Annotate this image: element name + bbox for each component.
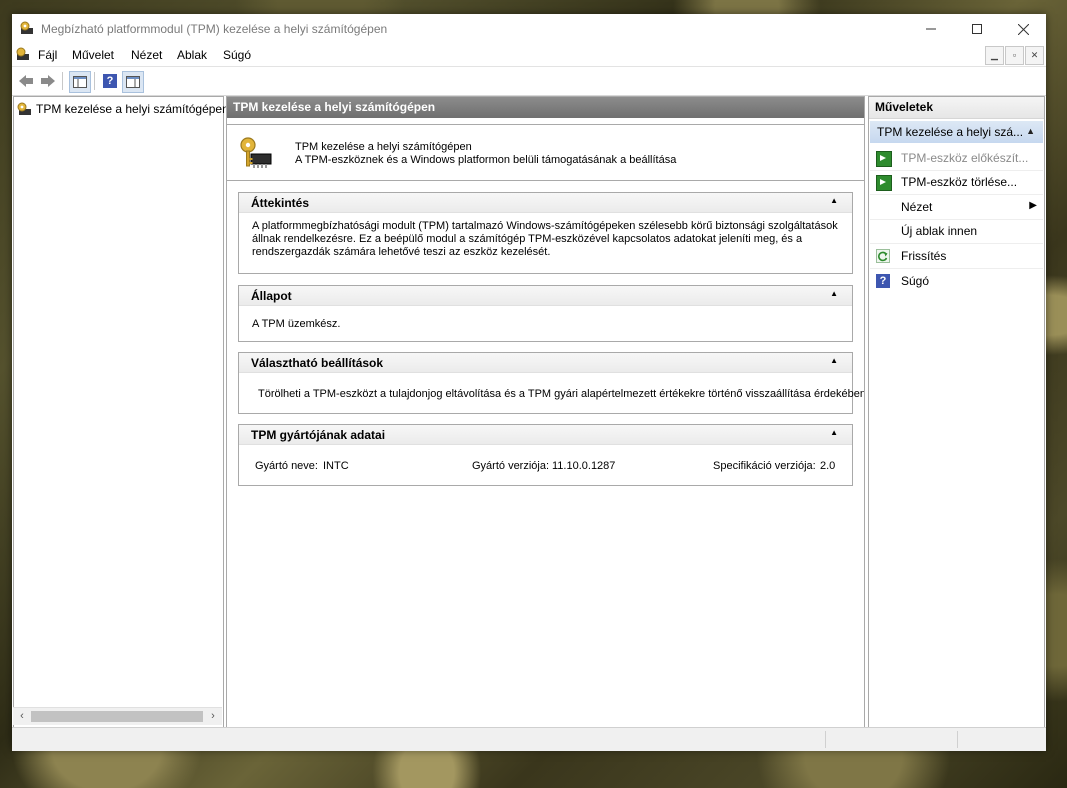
maximize-button[interactable] xyxy=(954,14,1000,44)
menu-view[interactable]: Nézet xyxy=(131,48,162,62)
window-title: Megbízható platformmodul (TPM) kezelése … xyxy=(41,22,388,36)
action-label: Súgó xyxy=(901,274,930,288)
green-arrow-icon xyxy=(876,151,892,167)
actions-subheader[interactable]: TPM kezelése a helyi szá... ▲ xyxy=(870,121,1043,143)
action-label: TPM-eszköz törlése... xyxy=(901,175,1018,189)
manufacturer-version-value: 11.10.0.1287 xyxy=(552,460,616,472)
actions-pane: Műveletek TPM kezelése a helyi szá... ▲ … xyxy=(868,96,1045,728)
console-tree: TPM kezelése a helyi számítógépen xyxy=(13,96,229,728)
action-prepare-tpm[interactable]: TPM-eszköz előkészít... xyxy=(870,146,1043,171)
status-segment xyxy=(825,731,957,748)
action-label: Nézet xyxy=(901,200,933,214)
submenu-arrow-icon: ▶ xyxy=(1029,200,1037,211)
tree-horizontal-scrollbar[interactable]: ‹ › xyxy=(13,707,222,725)
action-label: TPM-eszköz előkészít... xyxy=(901,151,1029,165)
status-segment xyxy=(957,731,1046,748)
forward-button[interactable] xyxy=(38,71,58,91)
collapse-caret-icon[interactable]: ▲ xyxy=(830,356,838,365)
overview-line: A platformmegbízhatósági modult (TPM) ta… xyxy=(252,220,838,232)
back-button[interactable] xyxy=(16,71,36,91)
menu-bar: Fájl Művelet Nézet Ablak Súgó xyxy=(12,44,1046,66)
help-icon: ? xyxy=(876,274,890,288)
back-arrow-icon xyxy=(19,75,33,87)
scroll-left-arrow-icon[interactable]: ‹ xyxy=(15,709,29,724)
details-pane: TPM kezelése a helyi számítógépen TPM ke… xyxy=(226,96,865,728)
intro-panel: TPM kezelése a helyi számítógépen A TPM-… xyxy=(227,124,864,181)
options-text: Törölheti a TPM-eszközt a tulajdonjog el… xyxy=(258,388,865,400)
options-section: Választható beállítások ▲ Törölheti a TP… xyxy=(238,352,864,414)
intro-title: TPM kezelése a helyi számítógépen xyxy=(295,141,472,153)
overview-section: Áttekintés ▲ A platformmegbízhatósági mo… xyxy=(238,192,853,274)
collapse-caret-icon[interactable]: ▲ xyxy=(830,289,838,298)
help-icon: ? xyxy=(103,74,117,88)
action-refresh[interactable]: Frissítés xyxy=(870,244,1043,269)
manufacturer-name-value: INTC xyxy=(323,460,349,472)
options-header[interactable]: Választható beállítások ▲ xyxy=(239,353,852,373)
manufacturer-name-label: Gyártó neve: xyxy=(255,460,318,472)
manufacturer-title: TPM gyártójának adatai xyxy=(251,428,386,442)
collapse-caret-icon[interactable]: ▲ xyxy=(830,196,838,205)
action-view[interactable]: Nézet ▶ xyxy=(870,195,1043,220)
tree-item-tpm[interactable]: TPM kezelése a helyi számítógépen xyxy=(16,100,229,118)
menu-action[interactable]: Művelet xyxy=(72,48,114,62)
mdi-close-button[interactable]: ✕ xyxy=(1025,46,1044,65)
intro-description: A TPM-eszköznek és a Windows platformon … xyxy=(295,154,677,166)
spec-version-value: 2.0 xyxy=(820,460,836,472)
tpm-key-large-icon xyxy=(240,137,272,168)
scroll-right-arrow-icon[interactable]: › xyxy=(206,709,220,724)
minimize-icon xyxy=(926,28,936,30)
mmc-window: Megbízható platformmodul (TPM) kezelése … xyxy=(12,14,1046,751)
tree-item-label: TPM kezelése a helyi számítógépen xyxy=(36,102,229,116)
action-help[interactable]: ? Súgó xyxy=(870,269,1043,293)
mdi-minimize-button[interactable]: ▁ xyxy=(985,46,1004,65)
refresh-icon xyxy=(876,249,890,263)
green-arrow-icon xyxy=(876,175,892,191)
console-tree-icon xyxy=(73,76,87,88)
overview-header[interactable]: Áttekintés ▲ xyxy=(239,193,852,213)
minimize-button[interactable] xyxy=(908,14,954,44)
status-text: A TPM üzemkész. xyxy=(252,318,341,330)
overview-text: A platformmegbízhatósági modult (TPM) ta… xyxy=(252,220,838,259)
overview-title: Áttekintés xyxy=(251,196,310,210)
action-new-window[interactable]: Új ablak innen xyxy=(870,219,1043,244)
spec-version-label: Specifikáció verziója: xyxy=(713,460,816,472)
actions-subheader-label: TPM kezelése a helyi szá... xyxy=(877,125,1024,139)
action-pane-icon xyxy=(126,76,140,88)
status-section: Állapot ▲ A TPM üzemkész. xyxy=(238,285,853,342)
close-icon xyxy=(1017,23,1029,35)
mdi-controls: ▁ ▫ ✕ xyxy=(985,46,1044,65)
mmc-console-icon[interactable] xyxy=(16,47,30,61)
details-pane-header: TPM kezelése a helyi számítógépen xyxy=(227,97,864,118)
help-toolbar-button[interactable]: ? xyxy=(100,71,120,91)
action-clear-tpm[interactable]: TPM-eszköz törlése... xyxy=(870,170,1043,195)
overview-line: állnak rendelkezésre. Ez a beépülő modul… xyxy=(252,233,803,245)
close-button[interactable] xyxy=(1000,14,1046,44)
options-title: Választható beállítások xyxy=(251,356,384,370)
tpm-key-icon xyxy=(17,102,31,115)
scrollbar-thumb[interactable] xyxy=(31,711,203,722)
show-hide-actions-button[interactable] xyxy=(122,71,144,93)
manufacturer-version-label: Gyártó verziója: xyxy=(472,460,550,472)
manufacturer-section: TPM gyártójának adatai ▲ Gyártó neve: IN… xyxy=(238,424,853,486)
collapse-caret-icon[interactable]: ▲ xyxy=(1026,126,1035,136)
menu-file[interactable]: Fájl xyxy=(38,48,57,62)
overview-line: rendszergazdák számára lehetővé teszi az… xyxy=(252,246,551,258)
maximize-icon xyxy=(972,24,982,34)
action-label: Új ablak innen xyxy=(901,224,978,238)
menu-help[interactable]: Súgó xyxy=(223,48,251,62)
title-bar: Megbízható platformmodul (TPM) kezelése … xyxy=(12,14,1046,44)
forward-arrow-icon xyxy=(41,75,55,87)
action-label: Frissítés xyxy=(901,249,947,263)
collapse-caret-icon[interactable]: ▲ xyxy=(830,428,838,437)
actions-header: Műveletek xyxy=(869,97,1044,119)
status-title: Állapot xyxy=(251,289,292,303)
status-bar xyxy=(12,727,1046,751)
mdi-restore-button[interactable]: ▫ xyxy=(1005,46,1024,65)
show-hide-tree-button[interactable] xyxy=(69,71,91,93)
tpm-app-icon xyxy=(20,21,33,34)
manufacturer-header[interactable]: TPM gyártójának adatai ▲ xyxy=(239,425,852,445)
toolbar: ? xyxy=(12,66,1046,96)
status-header[interactable]: Állapot ▲ xyxy=(239,286,852,306)
menu-window[interactable]: Ablak xyxy=(177,48,207,62)
